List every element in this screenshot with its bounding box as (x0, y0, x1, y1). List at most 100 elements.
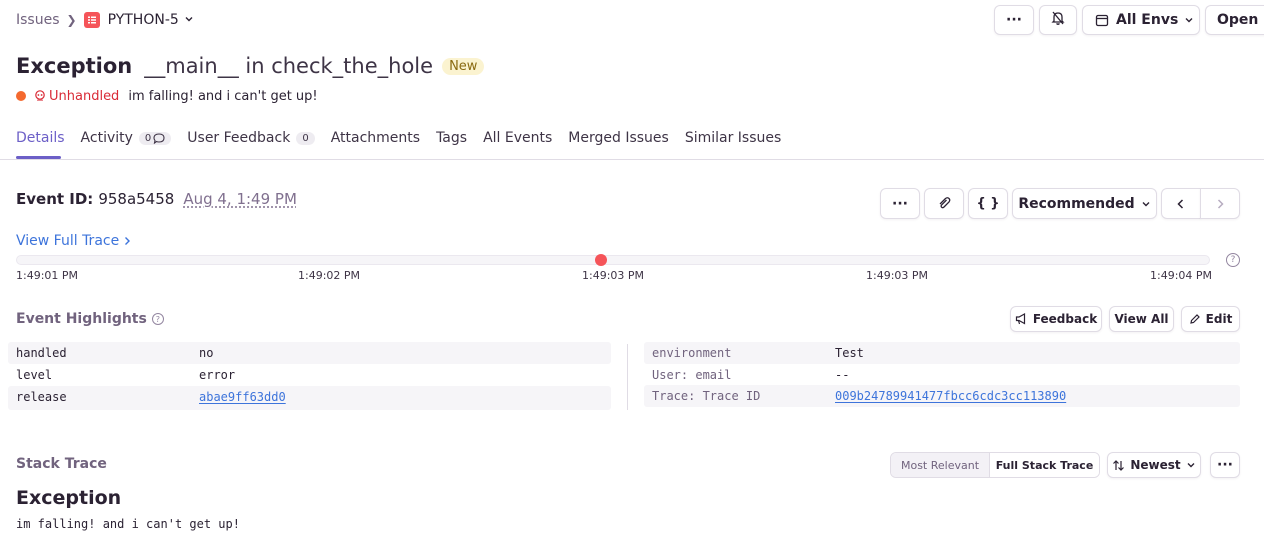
highlights-column-divider (627, 344, 628, 410)
skull-icon (34, 90, 49, 102)
highlight-row-bg (644, 342, 1240, 364)
tab-details[interactable]: Details (16, 130, 65, 146)
event-id-value[interactable]: 958a5458 (98, 190, 174, 208)
open-in-button[interactable]: Open in (1205, 5, 1264, 35)
tab-user-feedback[interactable]: User Feedback 0 (187, 130, 315, 146)
tabs-divider (0, 159, 1264, 160)
tab-attachments[interactable]: Attachments (331, 130, 420, 146)
open-in-label: Open in (1217, 12, 1264, 28)
copy-link-button[interactable] (924, 188, 964, 219)
view-json-button[interactable]: { } (968, 188, 1008, 219)
mute-button[interactable] (1039, 5, 1077, 35)
highlight-value: Test (835, 346, 864, 360)
event-id-row: Event ID: 958a5458 Aug 4, 1:49 PM (16, 189, 297, 209)
issue-title: Exception __main__ in check_the_hole New (16, 52, 485, 80)
environment-label: All Envs (1116, 12, 1179, 28)
tab-all-events[interactable]: All Events (483, 130, 552, 146)
json-braces-icon: { } (976, 196, 1000, 211)
environment-selector[interactable]: All Envs (1082, 5, 1200, 35)
breadcrumb-issues-link[interactable]: Issues (16, 12, 60, 28)
tab-similar-issues[interactable]: Similar Issues (685, 130, 781, 146)
edit-highlights-button[interactable]: Edit (1181, 306, 1240, 332)
chevron-down-icon[interactable] (184, 12, 194, 28)
tab-merged-issues[interactable]: Merged Issues (568, 130, 669, 146)
user-feedback-count: 0 (296, 131, 315, 145)
recommended-event-selector[interactable]: Recommended (1012, 188, 1157, 219)
pencil-icon (1189, 313, 1201, 325)
tab-activity[interactable]: Activity 0 (81, 130, 172, 146)
chevron-right-icon: ❯ (66, 13, 77, 27)
trace-id-link[interactable]: 009b24789941477fbcc6cdc3cc113890 (835, 385, 1066, 407)
unhandled-label: Unhandled (49, 88, 120, 104)
highlight-row-bg (8, 342, 611, 364)
stack-trace-title: Stack Trace (16, 456, 107, 472)
highlight-key: User: email (652, 368, 732, 382)
new-badge: New (442, 57, 485, 75)
stack-view-toggle: Most Relevant Full Stack Trace (890, 452, 1100, 478)
activity-count: 0 (138, 131, 172, 145)
timeline-tick: 1:49:02 PM (298, 269, 361, 282)
timeline-tick: 1:49:01 PM (16, 269, 79, 282)
highlight-key: Trace: Trace ID (652, 389, 761, 403)
issue-subtitle: Unhandled im falling! and i can't get up… (16, 87, 318, 105)
chevron-right-icon (1214, 198, 1226, 210)
event-highlights-title: Event Highlights ? (16, 310, 164, 328)
release-link[interactable]: abae9ff63dd0 (199, 386, 286, 408)
issue-location: __main__ in check_the_hole (144, 54, 434, 78)
ellipsis-icon: ··· (1217, 457, 1233, 473)
previous-event-button[interactable] (1161, 188, 1201, 219)
bell-off-icon (1050, 10, 1066, 30)
highlight-key: handled (16, 346, 67, 360)
ellipsis-icon: ··· (1006, 12, 1022, 28)
timeline-tick: 1:49:04 PM (1150, 269, 1213, 282)
most-relevant-option[interactable]: Most Relevant (891, 453, 990, 477)
view-all-button[interactable]: View All (1109, 306, 1174, 332)
highlight-value: error (199, 368, 236, 382)
breadcrumb: Issues ❯ PYTHON-5 (16, 10, 194, 30)
full-stack-trace-option[interactable]: Full Stack Trace (990, 453, 1099, 477)
paperclip-icon (937, 196, 952, 211)
issue-message: im falling! and i can't get up! (128, 88, 318, 104)
highlight-row-bg (8, 386, 611, 410)
ellipsis-icon: ··· (892, 195, 908, 212)
highlight-key: release (16, 390, 67, 404)
project-icon (83, 12, 100, 28)
timeline-track[interactable] (16, 255, 1210, 265)
recommended-label: Recommended (1018, 195, 1135, 212)
chevron-right-icon (123, 236, 132, 246)
event-more-button[interactable]: ··· (880, 188, 920, 219)
sort-order-selector[interactable]: Newest (1107, 452, 1201, 478)
highlight-value: -- (835, 368, 850, 382)
event-date[interactable]: Aug 4, 1:49 PM (183, 190, 297, 208)
feedback-button[interactable]: Feedback (1010, 306, 1102, 332)
megaphone-icon (1015, 313, 1028, 325)
timeline-tick: 1:49:03 PM (866, 269, 929, 282)
tab-tags[interactable]: Tags (436, 130, 467, 146)
chevron-down-icon (1186, 460, 1196, 470)
chevron-down-icon (1184, 15, 1194, 25)
chevron-down-icon (1141, 199, 1151, 209)
sort-arrows-icon (1112, 459, 1125, 472)
event-id-label: Event ID: (16, 190, 94, 208)
issue-type: Exception (16, 54, 133, 78)
issue-tabs: Details Activity 0 User Feedback 0 Attac… (16, 127, 797, 149)
chat-bubble-icon (153, 132, 165, 144)
help-icon[interactable]: ? (1226, 253, 1240, 267)
exception-message: im falling! and i can't get up! (16, 517, 240, 531)
exception-type: Exception (16, 487, 122, 509)
next-event-button[interactable] (1200, 188, 1240, 219)
more-actions-button[interactable]: ··· (994, 5, 1034, 35)
level-indicator (16, 91, 26, 101)
highlight-key: environment (652, 346, 732, 360)
stack-more-button[interactable]: ··· (1210, 452, 1240, 478)
calendar-icon (1095, 13, 1109, 27)
timeline-event-marker[interactable] (595, 254, 608, 266)
help-icon[interactable]: ? (151, 313, 164, 325)
view-full-trace-link[interactable]: View Full Trace (16, 232, 132, 250)
project-name[interactable]: PYTHON-5 (108, 12, 179, 28)
timeline-tick: 1:49:03 PM (582, 269, 645, 282)
highlight-key: level (16, 368, 53, 382)
highlight-value: no (199, 346, 214, 360)
chevron-left-icon (1175, 198, 1187, 210)
unhandled-tag: Unhandled (34, 89, 119, 104)
